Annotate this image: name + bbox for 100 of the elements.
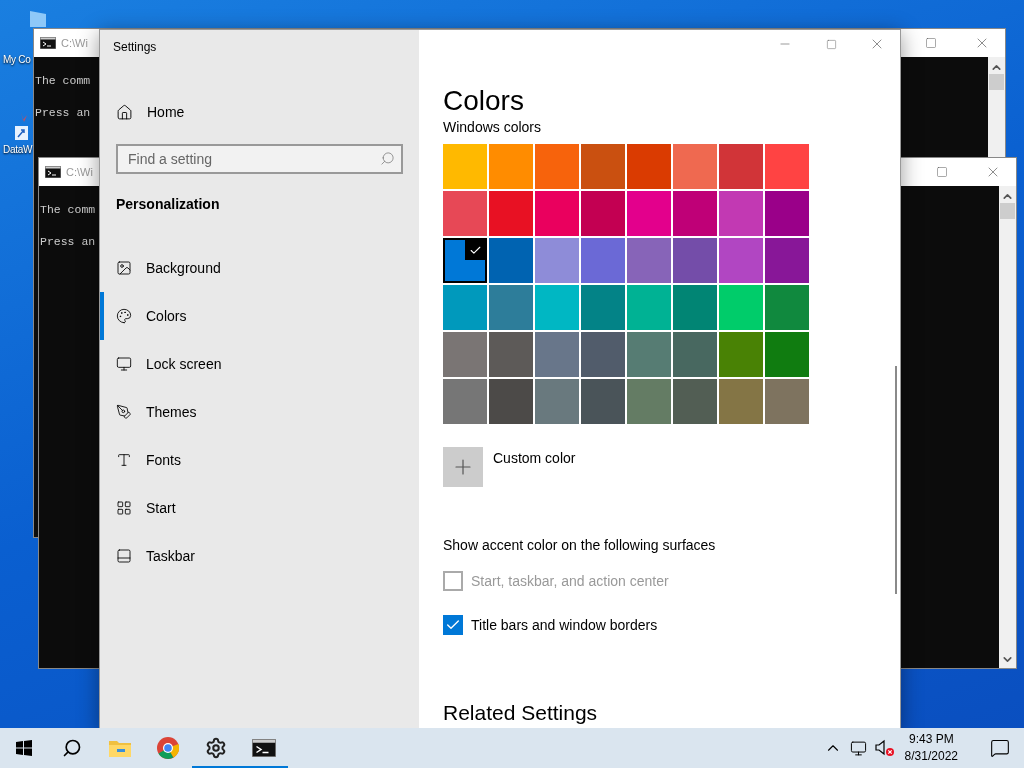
color-swatch[interactable] (489, 144, 533, 189)
color-swatch[interactable] (443, 379, 487, 424)
color-swatch[interactable] (627, 144, 671, 189)
color-swatch[interactable] (673, 332, 717, 377)
section-label: Windows colors (443, 118, 542, 136)
home-link[interactable]: Home (100, 88, 419, 136)
checkbox[interactable] (443, 615, 463, 635)
console-text: Press an (40, 234, 96, 250)
icon-label: My Co (3, 54, 31, 65)
color-swatch[interactable] (719, 238, 763, 283)
color-swatch[interactable] (719, 285, 763, 330)
color-swatch[interactable] (535, 238, 579, 283)
color-swatch[interactable] (719, 191, 763, 236)
palette-icon (116, 308, 132, 324)
search-icon (62, 738, 82, 758)
color-swatch[interactable] (581, 238, 625, 283)
monitor-icon (116, 356, 132, 372)
nav-item[interactable]: Taskbar (100, 532, 419, 580)
section-label: Show accent color on the following surfaces (443, 537, 716, 553)
color-swatch[interactable] (489, 238, 533, 283)
color-swatch[interactable] (581, 285, 625, 330)
image-icon (116, 260, 132, 276)
nav-item[interactable]: Fonts (100, 436, 419, 484)
color-swatch[interactable] (765, 332, 809, 377)
color-swatch[interactable] (719, 379, 763, 424)
network-icon[interactable] (850, 739, 868, 757)
nav-item[interactable]: Lock screen (100, 340, 419, 388)
color-swatch[interactable] (673, 285, 717, 330)
window-title: C:\Wi (66, 166, 93, 178)
nav-item[interactable]: Themes (100, 388, 419, 436)
color-swatch[interactable] (673, 238, 717, 283)
color-swatch[interactable] (719, 144, 763, 189)
color-swatch[interactable] (489, 285, 533, 330)
pen-icon (116, 404, 132, 420)
color-swatch[interactable] (627, 332, 671, 377)
maximize-icon (936, 166, 948, 178)
volume-muted-icon[interactable] (874, 739, 895, 757)
check-icon (465, 240, 485, 260)
console-icon (40, 37, 56, 49)
console-icon (45, 166, 61, 178)
section-heading: Related Settings (443, 701, 598, 725)
checkbox-label: Start, taskbar, and action center (471, 573, 669, 589)
console-text: The comm (35, 73, 91, 89)
color-swatch[interactable] (673, 144, 717, 189)
color-swatch[interactable] (581, 191, 625, 236)
color-swatch[interactable] (627, 379, 671, 424)
search-field[interactable]: Find a setting (116, 144, 403, 174)
home-icon (116, 103, 133, 121)
color-swatch[interactable] (443, 238, 487, 283)
color-swatch[interactable] (581, 144, 625, 189)
nav-item[interactable]: Background (100, 244, 419, 292)
color-swatch[interactable] (443, 285, 487, 330)
color-swatch[interactable] (489, 379, 533, 424)
color-swatch[interactable] (673, 191, 717, 236)
add-color-button[interactable] (443, 447, 483, 487)
notification-icon[interactable] (990, 738, 1010, 758)
settings-icon (205, 737, 227, 759)
color-swatch[interactable] (627, 285, 671, 330)
clock[interactable]: 9:43 PM 8/31/2022 (904, 731, 958, 765)
color-swatch[interactable] (535, 191, 579, 236)
color-swatch[interactable] (535, 144, 579, 189)
search-icon (380, 151, 395, 166)
scrollbar-thumb[interactable] (1000, 203, 1015, 219)
color-swatch[interactable] (673, 379, 717, 424)
color-swatch[interactable] (535, 285, 579, 330)
clock-date: 8/31/2022 (904, 748, 958, 765)
scrollbar-thumb[interactable] (989, 74, 1004, 90)
nav-item[interactable]: Start (100, 484, 419, 532)
folder-icon (109, 739, 131, 757)
color-swatch[interactable] (443, 332, 487, 377)
color-swatch[interactable] (581, 379, 625, 424)
custom-color-label: Custom color (493, 450, 576, 466)
windows-logo-icon (16, 740, 32, 756)
color-swatch[interactable] (443, 144, 487, 189)
color-swatch[interactable] (535, 332, 579, 377)
color-swatch[interactable] (765, 191, 809, 236)
checkbox-label: Title bars and window borders (471, 617, 658, 633)
maximize-icon (825, 38, 837, 50)
console-icon (252, 739, 276, 757)
icon-label: DataW (3, 144, 33, 155)
color-swatch[interactable] (627, 191, 671, 236)
color-swatch[interactable] (765, 379, 809, 424)
color-swatch[interactable] (765, 238, 809, 283)
window-title: Settings (112, 39, 158, 56)
color-swatch[interactable] (719, 332, 763, 377)
color-swatch[interactable] (627, 238, 671, 283)
color-swatch[interactable] (489, 332, 533, 377)
color-swatch[interactable] (443, 191, 487, 236)
section-heading: Personalization (116, 196, 221, 212)
color-swatch[interactable] (489, 191, 533, 236)
panel-icon (116, 548, 132, 564)
console-text: Press an (35, 105, 91, 121)
maximize-icon (925, 37, 937, 49)
color-swatch[interactable] (535, 379, 579, 424)
color-swatch[interactable] (765, 144, 809, 189)
browser-icon (157, 737, 179, 759)
clock-time: 9:43 PM (908, 731, 954, 748)
color-swatch[interactable] (765, 285, 809, 330)
color-swatch[interactable] (581, 332, 625, 377)
window-title: C:\Wi (61, 37, 88, 49)
